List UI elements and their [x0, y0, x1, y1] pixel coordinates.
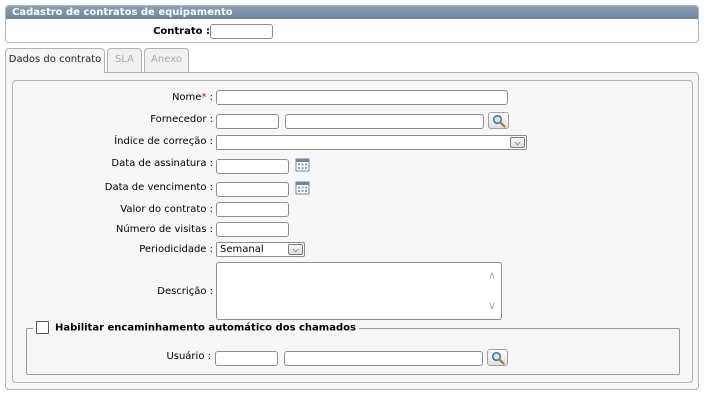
visitas-input[interactable] — [216, 222, 289, 237]
scroll-up-icon[interactable]: ∧ — [486, 270, 498, 281]
tab-anexo[interactable]: Anexo — [144, 48, 189, 72]
indice-select[interactable]: ⌵ — [216, 135, 527, 150]
required-marker: * — [201, 92, 207, 103]
nome-label-colon: : — [209, 92, 213, 103]
encaminhamento-checkbox[interactable] — [36, 321, 49, 334]
encaminhamento-legend: Habilitar encaminhamento automático dos … — [33, 321, 359, 335]
chevron-down-icon: ⌵ — [288, 244, 303, 255]
scroll-down-icon[interactable]: ∨ — [486, 300, 498, 311]
descricao-textarea[interactable]: ∧ ∨ — [216, 262, 502, 320]
contract-input[interactable] — [210, 24, 273, 39]
indice-label: Índice de correção : — [114, 136, 213, 147]
periodicidade-select[interactable]: Semanal ⌵ — [216, 242, 305, 257]
page-title: Cadastro de contratos de equipamento — [6, 6, 698, 19]
periodicidade-label: Periodicidade : — [139, 244, 213, 255]
tab-dados-do-contrato[interactable]: Dados do contrato — [5, 48, 105, 73]
usuario-name-input[interactable] — [284, 351, 483, 366]
magnifier-icon — [492, 114, 506, 128]
data-vencimento-input[interactable] — [216, 182, 289, 197]
visitas-label: Número de visitas : — [115, 224, 213, 235]
fornecedor-code-input[interactable] — [216, 114, 279, 129]
calendar-icon[interactable] — [295, 180, 310, 195]
nome-label-text: Nome — [171, 92, 202, 103]
fornecedor-label: Fornecedor : — [150, 114, 213, 125]
descricao-label: Descrição : — [157, 286, 213, 297]
fornecedor-name-input[interactable] — [285, 114, 484, 129]
nome-label: Nome* : — [12, 91, 213, 105]
data-assinatura-input[interactable] — [216, 159, 289, 174]
data-vencimento-label: Data de vencimento : — [104, 182, 213, 193]
data-assinatura-label: Data de assinatura : — [111, 158, 213, 169]
nome-input[interactable] — [216, 90, 508, 105]
contract-header: Cadastro de contratos de equipamento Con… — [5, 5, 699, 43]
contract-label: Contrato : — [153, 26, 210, 37]
usuario-label: Usuário : — [166, 351, 211, 362]
valor-input[interactable] — [216, 202, 289, 217]
fornecedor-search-button[interactable] — [488, 112, 509, 129]
chevron-down-icon: ⌵ — [510, 137, 525, 148]
periodicidade-select-value: Semanal — [220, 244, 264, 255]
valor-label: Valor do contrato : — [120, 204, 213, 215]
tab-sla[interactable]: SLA — [107, 48, 142, 72]
encaminhamento-checkbox-label: Habilitar encaminhamento automático dos … — [55, 322, 356, 334]
usuario-code-input[interactable] — [215, 351, 278, 366]
calendar-icon[interactable] — [295, 157, 310, 172]
magnifier-icon — [491, 351, 505, 365]
usuario-search-button[interactable] — [487, 349, 508, 366]
